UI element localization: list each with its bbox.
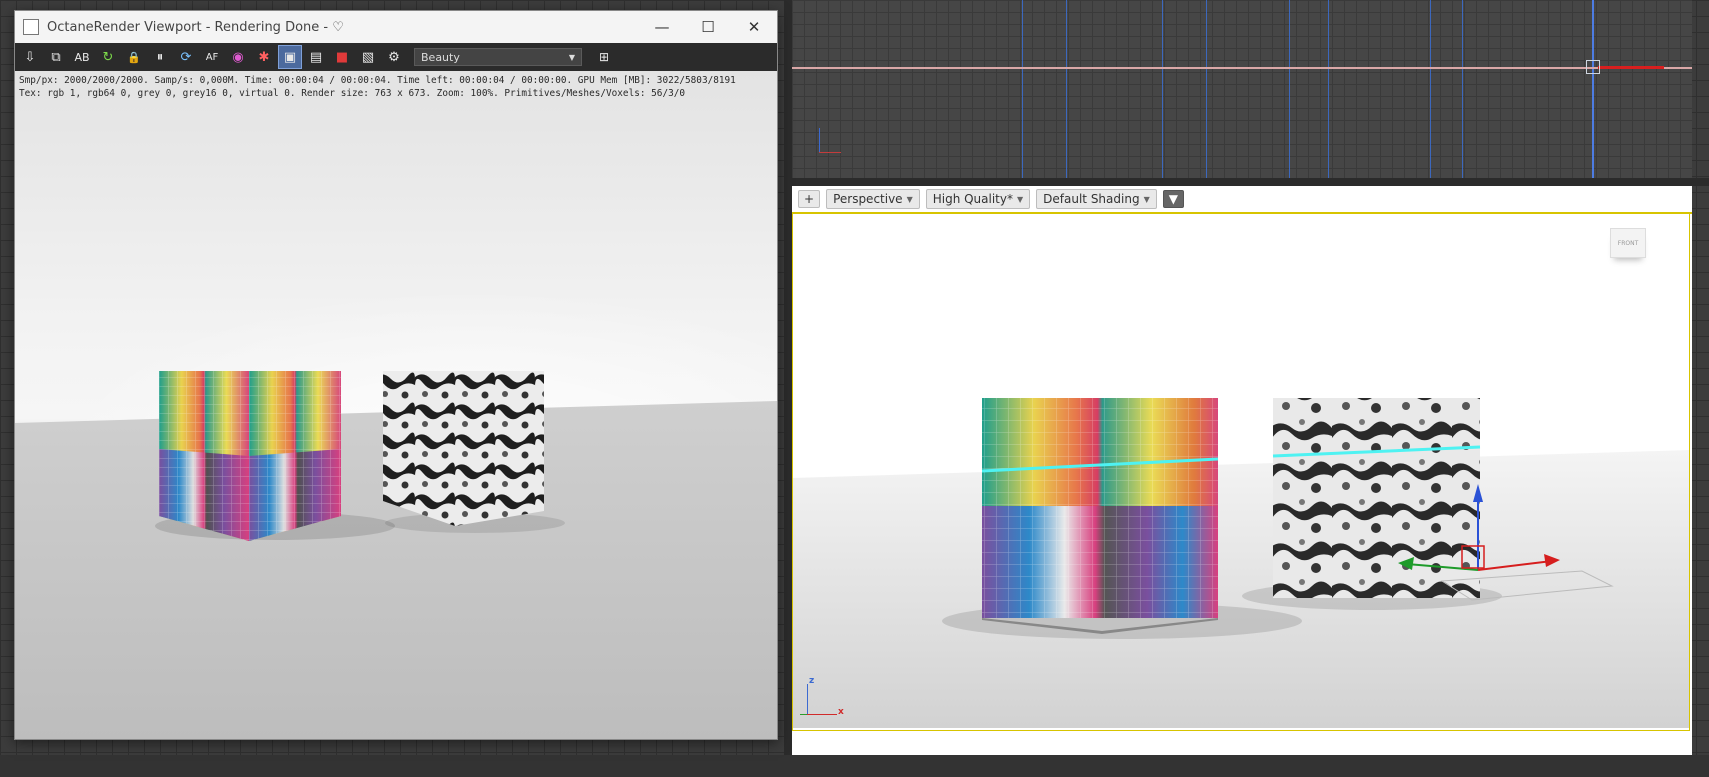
color-picker-icon[interactable]: ◉ <box>226 45 250 69</box>
film-icon[interactable]: ▤ <box>304 45 328 69</box>
shading-label: Default Shading <box>1043 192 1140 206</box>
view-type-label: Perspective <box>833 192 903 206</box>
render-output[interactable]: Smp/px: 2000/2000/2000. Samp/s: 0,000M. … <box>15 71 777 739</box>
chevron-down-icon: ▼ <box>1017 194 1024 204</box>
gizmo-x-arrow[interactable] <box>1598 66 1664 69</box>
viewport-label-bar: + Perspective ▼ High Quality* ▼ Default Sh… <box>792 186 1692 214</box>
close-icon: ✕ <box>747 18 761 36</box>
octane-toolbar: ⇩ ⧉ AB ↻ 🔒 ⏸ ⟳ AF ◉ ✱ ▣ ▤ ■ ▧ ⚙ Beauty ▼… <box>15 43 777 71</box>
chevron-down-icon: ▼ <box>568 52 575 62</box>
minimize-icon: — <box>654 18 670 36</box>
region-icon[interactable]: ✱ <box>252 45 276 69</box>
view-type-menu[interactable]: Perspective ▼ <box>826 189 920 209</box>
top-viewport[interactable] <box>792 0 1692 178</box>
transform-gizmo-center[interactable] <box>1586 60 1600 74</box>
viewport-divider-vertical[interactable] <box>784 0 792 777</box>
grid-guide-line <box>1328 0 1329 178</box>
status-bar-strip <box>0 755 1709 777</box>
grid-guide-line <box>1066 0 1067 178</box>
fit-window-icon[interactable]: ⊞ <box>592 45 616 69</box>
minimize-button[interactable]: — <box>639 11 685 43</box>
region-render-icon[interactable]: ■ <box>330 45 354 69</box>
quality-label: High Quality* <box>932 192 1013 206</box>
axis-x-label: x <box>838 707 844 717</box>
settings-icon[interactable]: ⚙ <box>382 45 406 69</box>
plus-label: + <box>804 192 815 206</box>
axis-tripod-x <box>807 714 837 715</box>
chevron-down-icon: ▼ <box>906 194 913 204</box>
gizmo-y-axis-line <box>1592 0 1594 178</box>
window-title: OctaneRender Viewport - Rendering Done -… <box>47 19 344 35</box>
grid-guide-line <box>1430 0 1431 178</box>
close-button[interactable]: ✕ <box>731 11 777 43</box>
render-pass-value: Beauty <box>421 50 460 64</box>
refresh-icon[interactable]: ↻ <box>96 45 120 69</box>
chevron-down-icon: ▼ <box>1143 194 1150 204</box>
send-to-max-icon[interactable]: ⇩ <box>18 45 42 69</box>
grid-guide-line <box>1462 0 1463 178</box>
lock-icon[interactable]: 🔒 <box>122 45 146 69</box>
octane-render-window[interactable]: OctaneRender Viewport - Rendering Done -… <box>14 10 778 740</box>
grid-guide-line <box>1162 0 1163 178</box>
octane-app-icon <box>23 19 39 35</box>
viewport-menu-button[interactable]: + <box>798 190 821 208</box>
grid-guide-line <box>1289 0 1290 178</box>
shading-menu[interactable]: Default Shading ▼ <box>1036 189 1157 209</box>
axis-tripod-z <box>807 684 808 714</box>
perspective-viewport[interactable]: + Perspective ▼ High Quality* ▼ Default Sh… <box>792 186 1692 756</box>
pause-icon[interactable]: ⏸ <box>148 45 172 69</box>
viewport-divider-horizontal[interactable] <box>792 178 1709 186</box>
axis-z-label: z <box>809 676 815 686</box>
grid-guide-line <box>1022 0 1023 178</box>
filter-icon[interactable]: ▼ <box>1162 190 1184 208</box>
save-icon[interactable]: ▧ <box>356 45 380 69</box>
render-pass-select[interactable]: Beauty ▼ <box>414 48 582 66</box>
display-icon[interactable]: ▣ <box>278 45 302 69</box>
render-image <box>15 371 777 739</box>
copy-icon[interactable]: ⧉ <box>44 45 68 69</box>
active-viewport-border <box>792 214 1690 731</box>
restart-icon[interactable]: ⟳ <box>174 45 198 69</box>
maximize-icon: ☐ <box>701 18 715 36</box>
ab-compare-icon[interactable]: AB <box>70 45 94 69</box>
viewcube-face-label: FRONT <box>1617 239 1639 247</box>
maximize-button[interactable]: ☐ <box>685 11 731 43</box>
grid-guide-line <box>1206 0 1207 178</box>
gizmo-x-axis-line <box>792 67 1692 69</box>
window-title-bar[interactable]: OctaneRender Viewport - Rendering Done -… <box>15 11 777 43</box>
axis-tripod-y <box>819 128 820 152</box>
af-icon[interactable]: AF <box>200 45 224 69</box>
quality-menu[interactable]: High Quality* ▼ <box>925 189 1031 209</box>
axis-tripod-x <box>819 152 841 153</box>
viewcube[interactable]: FRONT <box>1610 228 1646 258</box>
filter-glyph: ▼ <box>1168 192 1178 206</box>
